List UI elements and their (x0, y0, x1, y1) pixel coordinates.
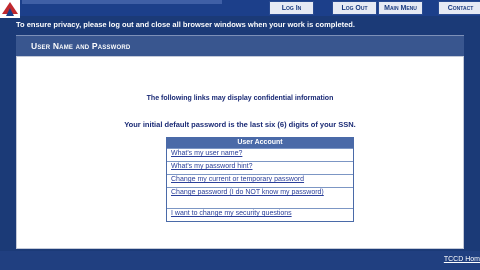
brand-strip (22, 0, 222, 4)
forgot-password-link[interactable]: Change password (I do NOT know my passwo… (171, 189, 324, 196)
nav-logout-button[interactable]: Log Out (332, 1, 377, 15)
footer-band (0, 251, 480, 270)
tccd-home-link[interactable]: TCCD Hom (444, 256, 480, 263)
list-item: What's my password hint? (167, 161, 353, 174)
list-item: Change my current or temporary password (167, 174, 353, 187)
password-notice: Your initial default password is the las… (124, 120, 356, 129)
list-item: I want to change my security questions (167, 208, 353, 221)
nav-contact-button[interactable]: Contact (438, 1, 480, 15)
user-account-table: User Account What's my user name? What's… (166, 137, 354, 222)
whats-my-password-hint-link[interactable]: What's my password hint? (171, 163, 252, 170)
section-title: User Name and Password (31, 41, 131, 51)
whats-my-username-link[interactable]: What's my user name? (171, 150, 242, 157)
content-panel: The following links may display confiden… (16, 56, 464, 249)
list-item: Change password (I do NOT know my passwo… (167, 187, 353, 208)
nav-login-button[interactable]: Log In (269, 1, 314, 15)
privacy-notice: To ensure privacy, please log out and cl… (16, 20, 355, 29)
list-item: What's my user name? (167, 148, 353, 161)
confidential-notice: The following links may display confiden… (146, 95, 334, 102)
nav-main-menu-button[interactable]: Main Menu (378, 1, 423, 15)
tccd-logo-icon (0, 0, 20, 18)
section-header: User Name and Password (16, 35, 464, 56)
user-account-header: User Account (167, 138, 353, 148)
change-password-link[interactable]: Change my current or temporary password (171, 176, 304, 183)
change-security-questions-link[interactable]: I want to change my security questions (171, 210, 292, 217)
